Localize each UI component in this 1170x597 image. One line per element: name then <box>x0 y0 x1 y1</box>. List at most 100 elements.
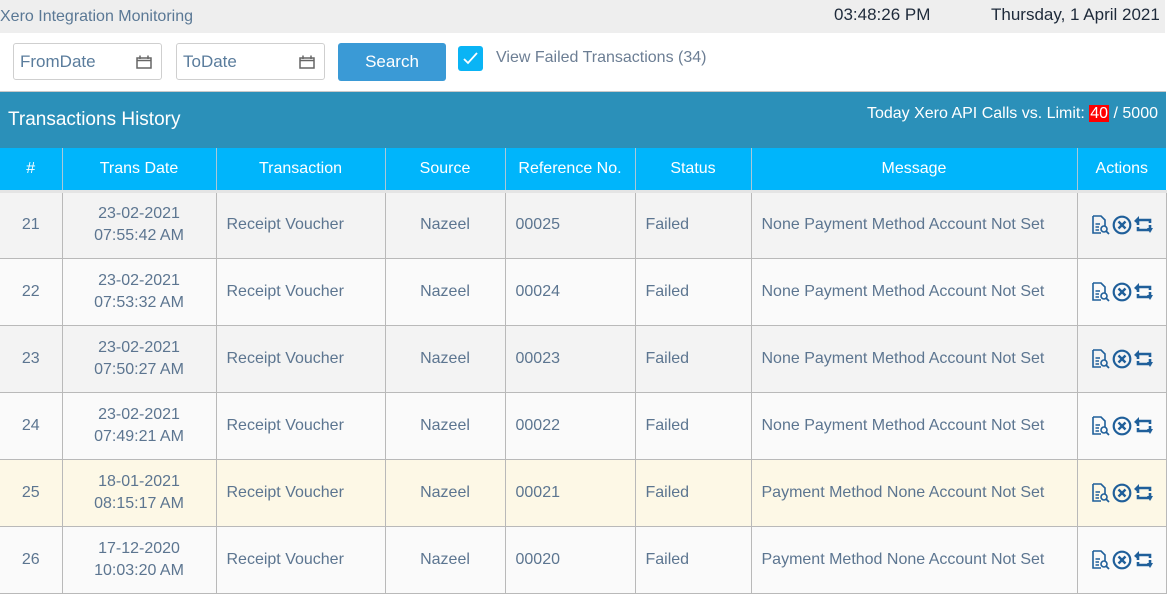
table-row[interactable]: 24 23-02-2021 07:49:21 AM Receipt Voucher Na… <box>0 391 1167 460</box>
row-number: 23 <box>0 324 63 393</box>
top-bar: Xero Integration Monitoring 03:48:26 PM … <box>0 0 1165 33</box>
column-header[interactable]: Transaction <box>215 148 385 191</box>
calendar-icon[interactable] <box>136 55 152 69</box>
trans-date: 18-01-2021 08:15:17 AM <box>61 458 217 527</box>
row-actions <box>1076 391 1167 460</box>
table-row[interactable]: 25 18-01-2021 08:15:17 AM Receipt Voucher Na… <box>0 458 1167 527</box>
row-number: 22 <box>0 257 63 326</box>
transaction-type: Receipt Voucher <box>215 257 386 326</box>
trans-date-day: 23-02-2021 <box>98 271 180 289</box>
row-actions <box>1076 525 1167 594</box>
column-header[interactable]: Trans Date <box>61 148 216 191</box>
reference-no: 00024 <box>504 257 636 326</box>
reference-no: 00025 <box>504 190 636 259</box>
trans-date-time: 07:55:42 AM <box>94 227 184 244</box>
cancel-icon[interactable] <box>1112 416 1132 436</box>
retry-icon[interactable] <box>1133 483 1154 503</box>
source: Nazeel <box>384 324 506 393</box>
trans-date-day: 17-12-2020 <box>98 539 180 557</box>
calendar-icon[interactable] <box>299 55 315 69</box>
message: None Payment Method Account Not Set <box>750 190 1078 259</box>
api-calls-used: 40 <box>1089 105 1110 122</box>
status: Failed <box>634 257 752 326</box>
view-details-icon[interactable] <box>1090 482 1110 503</box>
transaction-type: Receipt Voucher <box>215 391 386 460</box>
cancel-icon[interactable] <box>1112 349 1132 369</box>
panel-header: Transactions History Today Xero API Call… <box>0 91 1166 148</box>
message: None Payment Method Account Not Set <box>750 257 1078 326</box>
api-calls-indicator: Today Xero API Calls vs. Limit: 40 / 500… <box>867 105 1158 123</box>
column-header[interactable]: Source <box>384 148 505 191</box>
cancel-icon[interactable] <box>1112 550 1132 570</box>
status: Failed <box>634 525 752 594</box>
view-details-icon[interactable] <box>1090 281 1110 302</box>
column-header[interactable]: Status <box>634 148 751 191</box>
api-calls-limit: / 5000 <box>1109 105 1159 122</box>
retry-icon[interactable] <box>1133 282 1154 302</box>
transaction-type: Receipt Voucher <box>215 324 386 393</box>
table-header-row: # Trans Date Transaction Source Reference No… <box>0 148 1166 191</box>
retry-icon[interactable] <box>1133 550 1154 570</box>
row-number: 26 <box>0 525 63 594</box>
column-header[interactable]: Reference No. <box>504 148 635 191</box>
column-header[interactable]: Actions <box>1076 148 1166 191</box>
retry-icon[interactable] <box>1133 349 1154 369</box>
reference-no: 00023 <box>504 324 636 393</box>
view-failed-checkbox[interactable] <box>458 46 483 71</box>
source: Nazeel <box>384 391 506 460</box>
view-details-icon[interactable] <box>1090 348 1110 369</box>
view-failed-label[interactable]: View Failed Transactions (34) <box>496 49 706 67</box>
transactions-table: # Trans Date Transaction Source Reference No… <box>0 148 1167 594</box>
trans-date-day: 23-02-2021 <box>98 405 180 423</box>
trans-date-day: 18-01-2021 <box>98 472 180 490</box>
view-details-icon[interactable] <box>1090 415 1110 436</box>
view-details-icon[interactable] <box>1090 215 1110 235</box>
message: None Payment Method Account Not Set <box>750 391 1078 460</box>
column-header[interactable]: # <box>0 148 62 191</box>
message: Payment Method None Account Not Set <box>750 525 1078 594</box>
row-actions <box>1076 458 1167 527</box>
reference-no: 00021 <box>504 458 636 527</box>
trans-date-time: 07:53:32 AM <box>94 293 184 311</box>
row-actions <box>1076 324 1167 393</box>
current-time: 03:48:26 PM <box>834 5 931 24</box>
table-row[interactable]: 21 23-02-2021 07:55:42 AM Receipt Voucher Na… <box>0 190 1167 259</box>
table-row[interactable]: 23 23-02-2021 07:50:27 AM Receipt Voucher Na… <box>0 324 1167 393</box>
source: Nazeel <box>384 458 506 527</box>
trans-date: 23-02-2021 07:50:27 AM <box>61 324 217 393</box>
to-date-input[interactable]: ToDate <box>176 43 325 80</box>
row-number: 24 <box>0 391 63 460</box>
status: Failed <box>634 391 752 460</box>
trans-date-time: 07:49:21 AM <box>94 427 184 445</box>
trans-date: 23-02-2021 07:53:32 AM <box>61 257 217 326</box>
cancel-icon[interactable] <box>1112 483 1132 503</box>
trans-date-day: 23-02-2021 <box>98 205 180 222</box>
status: Failed <box>634 324 752 393</box>
search-button[interactable]: Search <box>338 43 446 81</box>
trans-date-day: 23-02-2021 <box>98 338 180 356</box>
reference-no: 00022 <box>504 391 636 460</box>
view-details-icon[interactable] <box>1090 549 1110 570</box>
retry-icon[interactable] <box>1133 416 1154 436</box>
reference-no: 00020 <box>504 525 636 594</box>
table-row[interactable]: 26 17-12-2020 10:03:20 AM Receipt Voucher Na… <box>0 525 1167 594</box>
from-date-input[interactable]: FromDate <box>13 43 162 80</box>
message: None Payment Method Account Not Set <box>750 324 1078 393</box>
row-number: 25 <box>0 458 63 527</box>
from-date-placeholder: FromDate <box>20 52 96 71</box>
cancel-icon[interactable] <box>1112 282 1132 302</box>
trans-date: 23-02-2021 07:49:21 AM <box>61 391 217 460</box>
row-actions <box>1076 257 1167 326</box>
table-row[interactable]: 22 23-02-2021 07:53:32 AM Receipt Voucher Na… <box>0 257 1167 326</box>
transaction-type: Receipt Voucher <box>215 525 386 594</box>
transaction-type: Receipt Voucher <box>215 458 386 527</box>
cancel-icon[interactable] <box>1112 215 1132 235</box>
row-number: 21 <box>0 190 63 259</box>
message: Payment Method None Account Not Set <box>750 458 1078 527</box>
retry-icon[interactable] <box>1133 215 1154 235</box>
api-calls-label: Today Xero API Calls vs. Limit: <box>866 105 1090 122</box>
column-header[interactable]: Message <box>750 148 1077 191</box>
transaction-type: Receipt Voucher <box>215 190 386 259</box>
trans-date: 23-02-2021 07:55:42 AM <box>61 190 217 259</box>
status: Failed <box>634 190 752 259</box>
